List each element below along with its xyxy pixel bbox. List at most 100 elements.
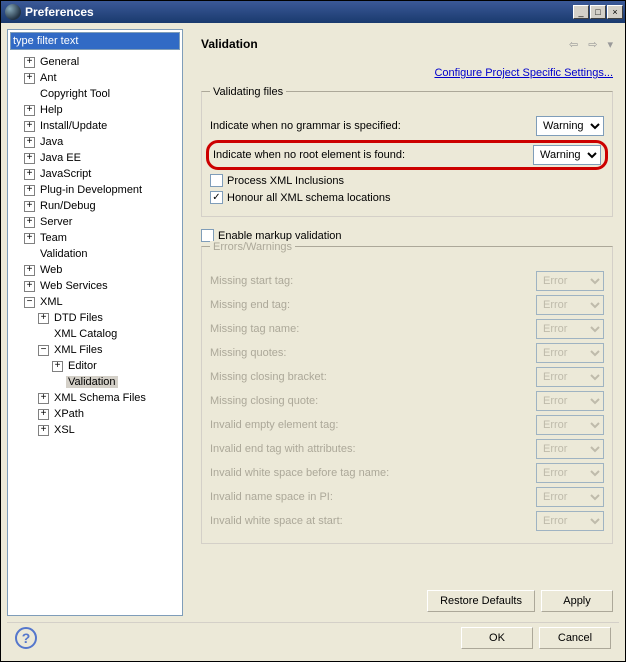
back-arrow-icon[interactable]: ⇦ — [569, 38, 578, 51]
error-row: Invalid empty element tag:Error — [210, 415, 604, 435]
tree-item[interactable]: +Ant — [10, 70, 180, 86]
tree-toggle-icon[interactable]: + — [24, 169, 35, 180]
error-select: Error — [536, 367, 604, 387]
no-root-row: Indicate when no root element is found: … — [206, 140, 608, 170]
tree-item-label: Java EE — [38, 152, 83, 164]
error-row: Invalid white space before tag name:Erro… — [210, 463, 604, 483]
error-label: Missing start tag: — [210, 275, 536, 287]
settings-panel: Validation ⇦ ⇨ ▾ Configure Project Speci… — [195, 29, 619, 616]
error-row: Missing quotes:Error — [210, 343, 604, 363]
tree-item-label: Java — [38, 136, 65, 148]
tree-item-label: General — [38, 56, 81, 68]
tree-toggle-icon[interactable]: − — [38, 345, 49, 356]
tree-item[interactable]: +Editor — [10, 358, 180, 374]
tree-toggle-icon[interactable]: + — [24, 201, 35, 212]
tree-toggle-icon[interactable]: + — [52, 361, 63, 372]
forward-arrow-icon[interactable]: ⇨ — [588, 38, 597, 51]
preferences-tree[interactable]: +General+AntCopyright Tool+Help+Install/… — [8, 52, 182, 615]
tree-item[interactable]: −XML — [10, 294, 180, 310]
error-row: Missing tag name:Error — [210, 319, 604, 339]
tree-toggle-icon[interactable]: + — [24, 73, 35, 84]
tree-item[interactable]: +Team — [10, 230, 180, 246]
tree-toggle-icon[interactable]: + — [24, 233, 35, 244]
error-select: Error — [536, 415, 604, 435]
tree-item-label: DTD Files — [52, 312, 105, 324]
tree-item[interactable]: +Help — [10, 102, 180, 118]
error-row: Missing start tag:Error — [210, 271, 604, 291]
tree-toggle-icon[interactable]: + — [38, 393, 49, 404]
tree-item[interactable]: Validation — [10, 246, 180, 262]
tree-item[interactable]: +JavaScript — [10, 166, 180, 182]
maximize-button[interactable]: □ — [590, 5, 606, 19]
validating-files-group: Validating files Indicate when no gramma… — [201, 91, 613, 217]
error-select: Error — [536, 319, 604, 339]
splitter[interactable] — [187, 29, 191, 616]
error-select: Error — [536, 271, 604, 291]
help-icon[interactable]: ? — [15, 627, 37, 649]
tree-toggle-icon[interactable]: + — [24, 185, 35, 196]
ok-button[interactable]: OK — [461, 627, 533, 649]
window-title: Preferences — [25, 5, 573, 19]
page-header: Validation ⇦ ⇨ ▾ — [201, 33, 613, 55]
tree-toggle-icon[interactable]: + — [24, 281, 35, 292]
cancel-button[interactable]: Cancel — [539, 627, 611, 649]
tree-toggle-icon[interactable]: + — [24, 105, 35, 116]
tree-toggle-icon[interactable]: + — [24, 57, 35, 68]
tree-item[interactable]: +Server — [10, 214, 180, 230]
restore-defaults-button[interactable]: Restore Defaults — [427, 590, 535, 612]
tree-item-label: XML — [38, 296, 65, 308]
close-button[interactable]: × — [607, 5, 623, 19]
titlebar[interactable]: Preferences _ □ × — [1, 1, 625, 23]
tree-item[interactable]: +Web Services — [10, 278, 180, 294]
tree-toggle-icon[interactable]: + — [24, 137, 35, 148]
tree-item[interactable]: +Java — [10, 134, 180, 150]
tree-toggle-icon[interactable]: − — [24, 297, 35, 308]
tree-item-label: Plug-in Development — [38, 184, 144, 196]
tree-item[interactable]: Validation — [10, 374, 180, 390]
dropdown-arrow-icon[interactable]: ▾ — [607, 38, 613, 51]
validating-legend: Validating files — [210, 86, 286, 98]
tree-item[interactable]: XML Catalog — [10, 326, 180, 342]
tree-item[interactable]: +Install/Update — [10, 118, 180, 134]
tree-item[interactable]: +Web — [10, 262, 180, 278]
error-label: Invalid empty element tag: — [210, 419, 536, 431]
tree-item[interactable]: +Run/Debug — [10, 198, 180, 214]
tree-item-label: Validation — [66, 376, 118, 388]
main-area: +General+AntCopyright Tool+Help+Install/… — [7, 29, 619, 616]
tree-item[interactable]: +DTD Files — [10, 310, 180, 326]
tree-item-label: XSL — [52, 424, 77, 436]
apply-button[interactable]: Apply — [541, 590, 613, 612]
no-root-select[interactable]: Warning — [533, 145, 601, 165]
minimize-button[interactable]: _ — [573, 5, 589, 19]
error-select: Error — [536, 463, 604, 483]
honour-schema-checkbox[interactable]: ✓ — [210, 191, 223, 204]
tree-toggle-icon[interactable]: + — [38, 313, 49, 324]
tree-item-label: Server — [38, 216, 74, 228]
page-title: Validation — [201, 37, 569, 51]
tree-item[interactable]: +XPath — [10, 406, 180, 422]
dialog-content: +General+AntCopyright Tool+Help+Install/… — [1, 23, 625, 661]
process-xml-checkbox[interactable] — [210, 174, 223, 187]
tree-toggle-icon[interactable]: + — [24, 217, 35, 228]
error-row: Invalid name space in PI:Error — [210, 487, 604, 507]
filter-input[interactable] — [10, 32, 180, 50]
tree-item[interactable]: +Plug-in Development — [10, 182, 180, 198]
tree-toggle-icon[interactable]: + — [24, 121, 35, 132]
tree-toggle-icon[interactable]: + — [38, 425, 49, 436]
tree-item[interactable]: +General — [10, 54, 180, 70]
error-select: Error — [536, 343, 604, 363]
window-controls: _ □ × — [573, 5, 623, 19]
error-label: Invalid white space at start: — [210, 515, 536, 527]
no-grammar-select[interactable]: Warning — [536, 116, 604, 136]
tree-toggle-icon[interactable]: + — [24, 153, 35, 164]
tree-item[interactable]: Copyright Tool — [10, 86, 180, 102]
tree-toggle-icon[interactable]: + — [24, 265, 35, 276]
configure-project-link[interactable]: Configure Project Specific Settings... — [201, 67, 613, 79]
tree-item[interactable]: +Java EE — [10, 150, 180, 166]
tree-item[interactable]: +XML Schema Files — [10, 390, 180, 406]
tree-toggle-icon[interactable]: + — [38, 409, 49, 420]
tree-item[interactable]: +XSL — [10, 422, 180, 438]
nav-arrows: ⇦ ⇨ ▾ — [569, 38, 613, 51]
no-root-label: Indicate when no root element is found: — [213, 149, 533, 161]
tree-item[interactable]: −XML Files — [10, 342, 180, 358]
